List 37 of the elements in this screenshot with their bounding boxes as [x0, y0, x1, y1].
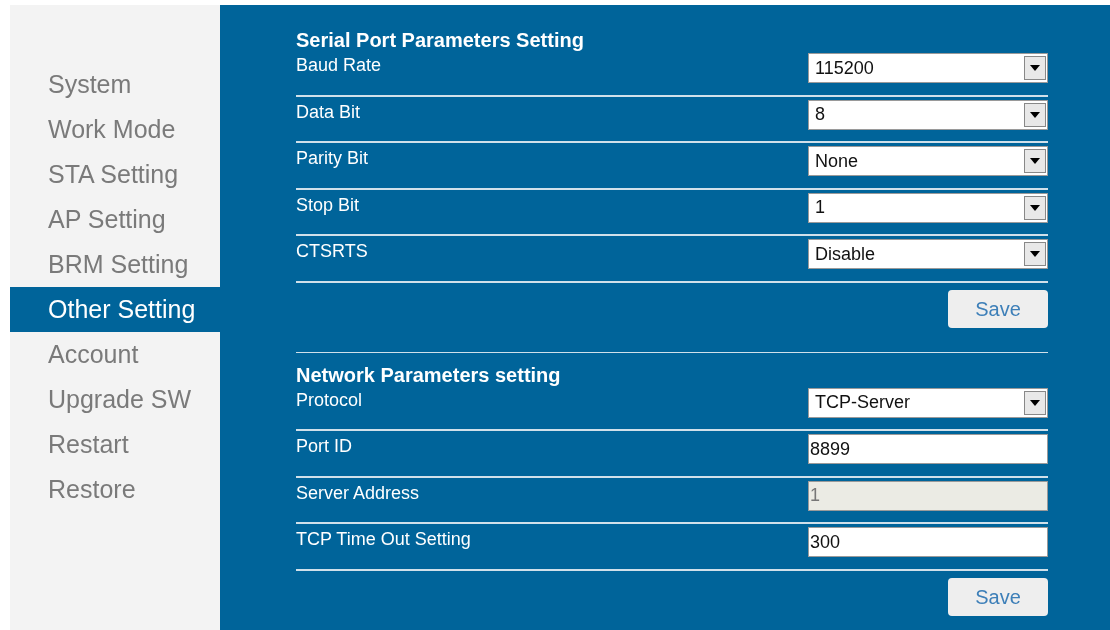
field-label: Baud Rate [296, 54, 382, 77]
field-label: Data Bit [296, 100, 361, 124]
sidebar-item[interactable]: Restart [10, 422, 220, 467]
dropdown[interactable]: 8 [808, 99, 1048, 130]
field-label: Stop Bit [296, 193, 360, 217]
sidebar-item[interactable]: System [10, 62, 220, 107]
sidebar-item[interactable]: STA Setting [10, 152, 220, 197]
sidebar-item[interactable]: BRM Setting [10, 242, 220, 287]
sidebar-item[interactable]: Upgrade SW [10, 377, 220, 422]
dropdown[interactable]: 115200 [808, 53, 1048, 83]
dropdown[interactable]: None [808, 146, 1048, 176]
sidebar-item[interactable]: AP Setting [10, 197, 220, 242]
dropdown[interactable]: 1 [808, 192, 1048, 223]
sidebar-item[interactable]: Account [10, 332, 220, 377]
sidebar-item[interactable]: Other Setting [10, 287, 220, 332]
caret-icon [1024, 242, 1046, 266]
caret-icon [1024, 149, 1046, 173]
sidebar-item[interactable]: Restore [10, 467, 220, 512]
caret-icon [1024, 102, 1046, 127]
section-title: Serial Port Parameters Setting [296, 30, 585, 50]
input-field[interactable]: 8899 [808, 434, 1048, 464]
section-title: Network Parameters setting [296, 364, 562, 385]
dropdown[interactable]: TCP-Server [808, 387, 1048, 418]
sidebar-item[interactable]: Work Mode [10, 107, 220, 152]
save-button[interactable]: Save [948, 577, 1048, 616]
field-label: Server Address [296, 481, 420, 505]
field-label: Protocol [296, 388, 363, 412]
caret-icon [1024, 56, 1046, 80]
field-label: CTSRTS [296, 240, 368, 263]
caret-icon [1024, 390, 1046, 415]
input-field[interactable]: 300 [808, 527, 1048, 557]
dropdown[interactable]: Disable [808, 239, 1048, 269]
field-label: Parity Bit [296, 147, 369, 170]
caret-icon [1024, 195, 1046, 220]
field-label: Port ID [296, 435, 352, 458]
save-button[interactable]: Save [948, 289, 1048, 328]
field-label: TCP Time Out Setting [296, 528, 471, 551]
